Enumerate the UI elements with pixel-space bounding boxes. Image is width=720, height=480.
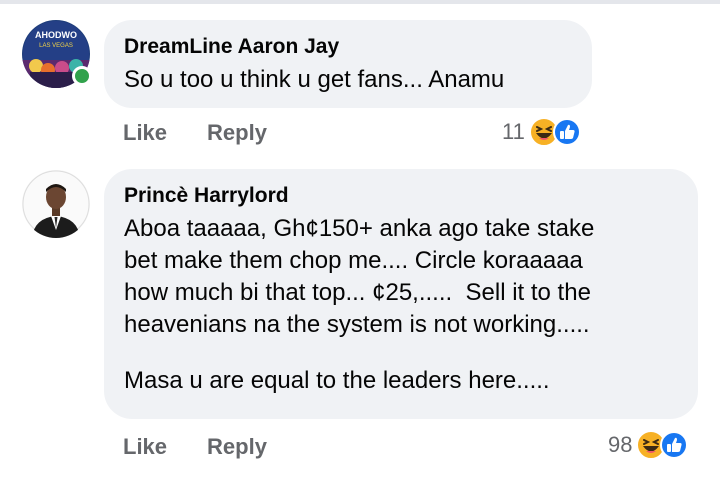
reaction-count: 98 xyxy=(608,432,633,457)
reaction-summary[interactable]: 98 xyxy=(608,430,696,460)
reply-button[interactable]: Reply xyxy=(207,120,267,146)
comment-text: So u too u think u get fans... Anamu xyxy=(124,64,570,96)
comment-line: Aboa taaaaa, Gh¢150+ anka ago take stake xyxy=(124,215,595,242)
comment-actions: Like Reply xyxy=(123,434,267,460)
online-status-dot xyxy=(72,66,92,86)
like-button[interactable]: Like xyxy=(123,120,167,146)
comment-line: heavenians na the system is not working.… xyxy=(124,311,590,338)
comment-line: Masa u are equal to the leaders here....… xyxy=(124,367,550,394)
comment-line: bet make them chop me.... Circle koraaaa… xyxy=(124,247,583,274)
avatar-logo-text: AHODWO xyxy=(35,30,77,40)
reply-button[interactable]: Reply xyxy=(207,434,267,460)
comment-actions: Like Reply xyxy=(123,120,267,146)
reaction-summary[interactable]: 11 xyxy=(502,117,589,147)
comment-author[interactable]: DreamLine Aaron Jay xyxy=(124,34,570,60)
reaction-count: 11 xyxy=(502,119,525,144)
comment-author[interactable]: Princè Harrylord xyxy=(124,183,676,209)
avatar[interactable] xyxy=(22,170,90,238)
avatar-image xyxy=(22,170,90,238)
like-icon xyxy=(552,118,581,152)
comment-bubble: Princè Harrylord Aboa taaaaa, Gh¢150+ an… xyxy=(104,169,698,419)
comment-text: Aboa taaaaa, Gh¢150+ anka ago take stake… xyxy=(124,213,676,397)
like-button[interactable]: Like xyxy=(123,434,167,460)
like-icon xyxy=(660,431,689,465)
avatar-logo-subtext: LAS VEGAS xyxy=(39,43,73,49)
comment-bubble: DreamLine Aaron Jay So u too u think u g… xyxy=(104,20,592,108)
comment-line: how much bi that top... ¢25,..... Sell i… xyxy=(124,279,591,306)
top-divider xyxy=(0,0,720,4)
comment-line: So u too u think u get fans... Anamu xyxy=(124,66,505,93)
